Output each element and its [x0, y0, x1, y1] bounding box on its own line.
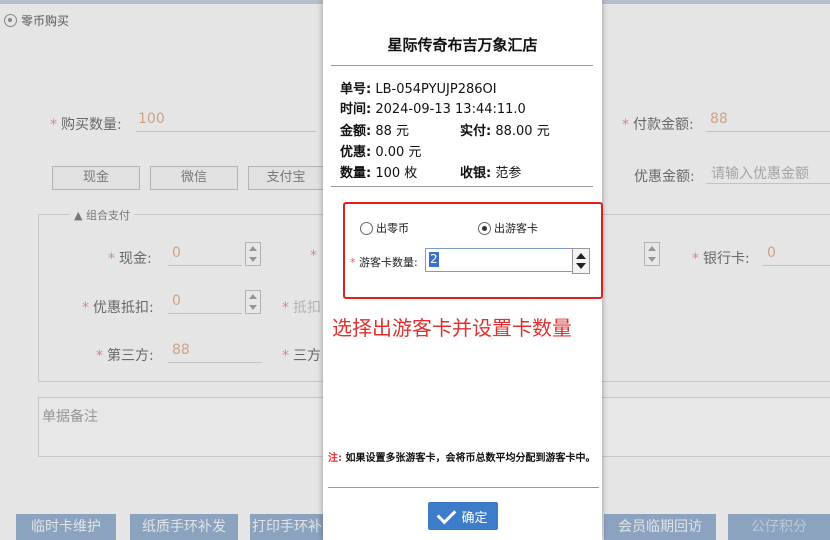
note-text: 注: 如果设置多张游客卡，会将币总数平均分配到游客卡中。 — [328, 453, 596, 464]
radio-tourist-card-label: 出游客卡 — [494, 222, 538, 235]
card-qty-input[interactable]: 2 — [425, 248, 573, 272]
divider-bottom — [328, 487, 599, 488]
order-time: 时间: 2024-09-13 13:44:11.0 — [340, 102, 526, 117]
order-cashier: 收银: 范参 — [460, 166, 522, 181]
annotation-text: 选择出游客卡并设置卡数量 — [332, 316, 572, 340]
receipt-dialog: 星际传奇布吉万象汇店 单号: LB-054PYUJP286OI 时间: 2024… — [323, 0, 603, 540]
check-icon — [437, 504, 457, 524]
divider-middle — [331, 186, 593, 187]
order-paid: 实付: 88.00 元 — [460, 124, 550, 139]
confirm-label: 确定 — [461, 510, 488, 526]
order-quantity: 数量: 100 枚 — [340, 166, 418, 181]
divider-top — [331, 65, 593, 66]
radio-coin[interactable] — [360, 222, 373, 235]
card-qty-label: * 游客卡数量: — [350, 256, 418, 269]
confirm-button[interactable]: 确定 — [428, 502, 498, 530]
store-name: 星际传奇布吉万象汇店 — [387, 36, 538, 54]
card-qty-spinner[interactable] — [572, 248, 590, 274]
radio-tourist-card[interactable] — [478, 222, 491, 235]
order-discount: 优惠: 0.00 元 — [340, 145, 422, 160]
order-amount: 金额: 88 元 — [340, 124, 410, 139]
radio-coin-label: 出零币 — [376, 222, 409, 235]
order-number: 单号: LB-054PYUJP286OI — [340, 82, 497, 97]
